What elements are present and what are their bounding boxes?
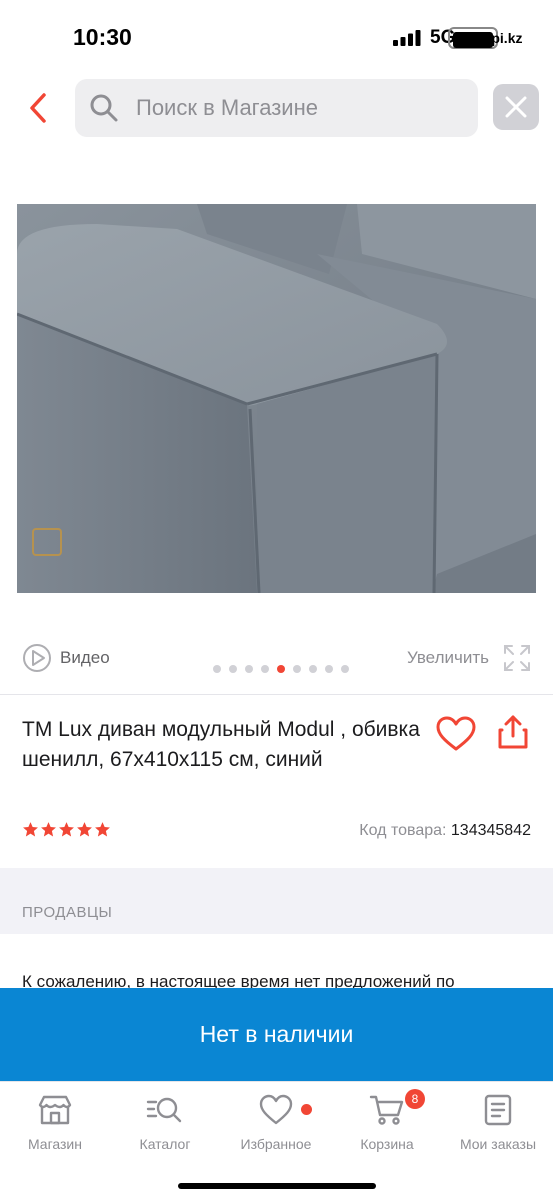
- search-icon: [90, 94, 118, 122]
- rating-stars[interactable]: [22, 821, 111, 838]
- store-icon: [38, 1095, 72, 1125]
- divider: [0, 694, 553, 695]
- nav-item-orders[interactable]: Мои заказы: [443, 1094, 553, 1152]
- gallery-dot[interactable]: [213, 665, 221, 673]
- gallery-dot[interactable]: [245, 665, 253, 673]
- nav-item-favorites[interactable]: Избранное: [221, 1094, 331, 1152]
- nav-item-cart[interactable]: 8 Корзина: [332, 1089, 442, 1152]
- status-bar: 10:30 5G kaspi.kz: [0, 0, 553, 70]
- zoom-button[interactable]: Увеличить: [407, 642, 531, 674]
- sofa-photo: [17, 204, 536, 593]
- site-label: kaspi.kz: [468, 30, 523, 46]
- star-icon: [95, 822, 110, 837]
- out-of-stock-button[interactable]: Нет в наличии: [0, 988, 553, 1081]
- sellers-section-header: ПРОДАВЦЫ: [0, 868, 553, 934]
- home-indicator: [178, 1183, 376, 1189]
- zoom-label: Увеличить: [407, 648, 489, 667]
- orders-icon: [484, 1094, 512, 1126]
- close-search-button[interactable]: [493, 84, 539, 130]
- gallery-dot[interactable]: [325, 665, 333, 673]
- nav-label-orders: Мои заказы: [459, 1136, 537, 1152]
- product-code-label: Код товара:: [359, 822, 447, 839]
- cart-badge-count: 8: [405, 1089, 425, 1109]
- nav-label-cart: Корзина: [360, 1136, 414, 1152]
- product-image[interactable]: [17, 204, 536, 593]
- search-input[interactable]: Поиск в Магазине: [75, 79, 478, 137]
- rating-row: Код товара: 134345842: [22, 821, 531, 845]
- product-title-block: TM Lux диван модульный Modul , обивка ше…: [22, 715, 422, 775]
- nav-label-store: Магазин: [27, 1136, 82, 1152]
- back-arrow-icon[interactable]: [24, 89, 54, 127]
- status-time: 10:30: [73, 24, 132, 50]
- gallery-dot[interactable]: [277, 665, 285, 673]
- nav-item-store[interactable]: Магазин: [0, 1094, 110, 1152]
- gallery-dot[interactable]: [261, 665, 269, 673]
- heart-icon: [259, 1094, 293, 1125]
- product-code: Код товара: 134345842: [359, 822, 531, 840]
- gallery-dot[interactable]: [309, 665, 317, 673]
- nav-label-catalog: Каталог: [139, 1136, 191, 1152]
- search-header: Поиск в Магазине: [0, 79, 553, 137]
- star-icon: [59, 822, 74, 837]
- share-icon[interactable]: [496, 714, 530, 750]
- sellers-title: ПРОДАВЦЫ: [22, 904, 113, 921]
- star-icon: [23, 822, 38, 837]
- nav-label-favorites: Избранное: [240, 1136, 312, 1152]
- nav-item-catalog[interactable]: Каталог: [110, 1094, 220, 1152]
- close-icon: [505, 96, 527, 118]
- gallery-dot[interactable]: [341, 665, 349, 673]
- product-code-value: 134345842: [450, 822, 531, 839]
- out-of-stock-label: Нет в наличии: [199, 1021, 354, 1047]
- video-button[interactable]: Видео: [22, 642, 110, 674]
- star-icon: [77, 822, 92, 837]
- gallery-dot[interactable]: [229, 665, 237, 673]
- gallery-dot[interactable]: [293, 665, 301, 673]
- signal-icon: [393, 30, 421, 46]
- gallery-pagination: [213, 665, 349, 673]
- favorites-badge-dot: [301, 1104, 312, 1115]
- product-title: TM Lux диван модульный Modul , обивка ше…: [22, 718, 420, 771]
- cart-icon: [369, 1095, 404, 1125]
- star-icon: [41, 822, 56, 837]
- play-icon: [23, 644, 51, 672]
- favorite-heart-icon[interactable]: [436, 716, 476, 752]
- catalog-search-icon: [146, 1097, 182, 1123]
- search-placeholder: Поиск в Магазине: [136, 95, 318, 120]
- expand-icon: [504, 645, 530, 671]
- video-label: Видео: [60, 648, 110, 667]
